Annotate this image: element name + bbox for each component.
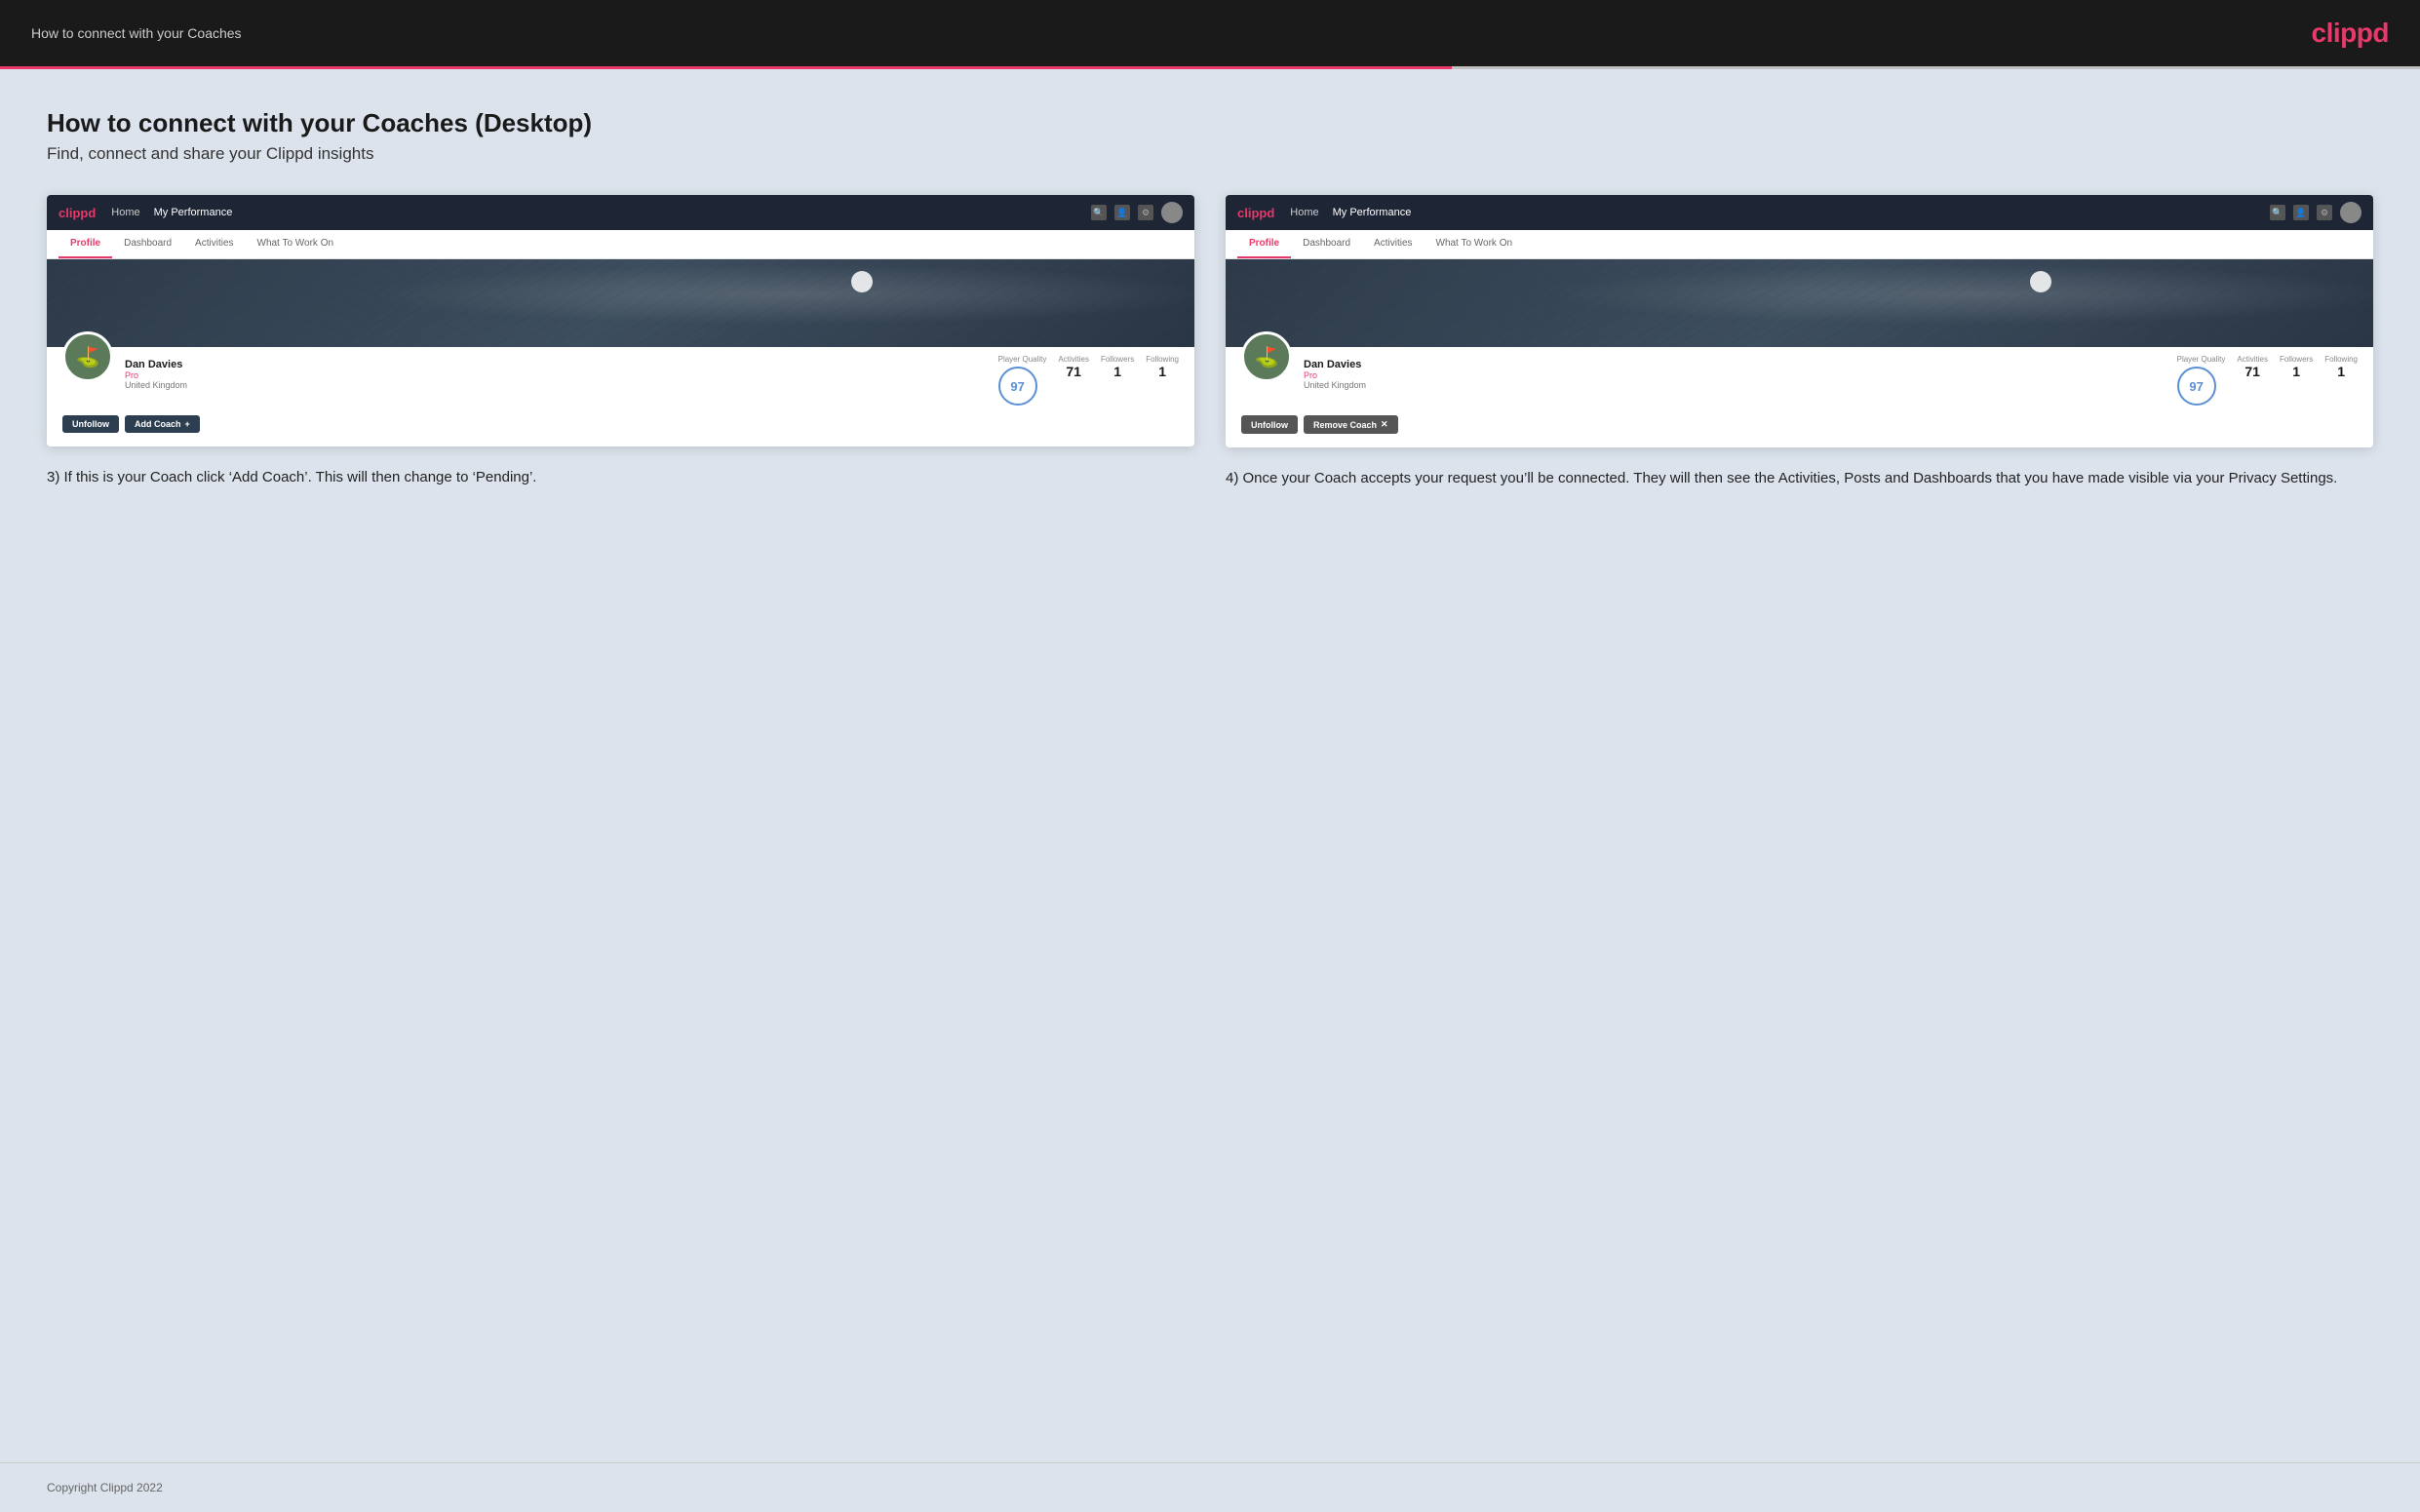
- search-icon-1: 🔍: [1091, 205, 1107, 220]
- footer: Copyright Clippd 2022: [0, 1462, 2420, 1512]
- mock-location-1: United Kingdom: [125, 380, 987, 390]
- unfollow-button-1[interactable]: Unfollow: [62, 415, 119, 433]
- tab-what-to-work-on-1[interactable]: What To Work On: [246, 230, 346, 258]
- mock-profile-row-2: Dan Davies Pro United Kingdom Player Qua…: [1241, 355, 2358, 406]
- mock-role-1: Pro: [125, 370, 987, 380]
- mock-nav-home-1: Home: [111, 207, 139, 218]
- mock-stat-activities-2: Activities 71: [2237, 355, 2268, 381]
- mock-stat-followers-2: Followers 1: [2280, 355, 2313, 381]
- step4-description: 4) Once your Coach accepts your request …: [1226, 467, 2373, 489]
- screenshots-row: clippd Home My Performance 🔍 👤 ⚙ Profile: [47, 195, 2373, 489]
- mock-quality-label-2: Player Quality: [2177, 355, 2226, 364]
- tab-profile-2[interactable]: Profile: [1237, 230, 1291, 258]
- mock-profile-section-2: Dan Davies Pro United Kingdom Player Qua…: [1226, 347, 2373, 447]
- mock-nav-links-2: Home My Performance: [1290, 207, 2254, 218]
- settings-icon-2: ⚙: [2317, 205, 2332, 220]
- mock-nav-performance-1: My Performance: [154, 207, 233, 218]
- mock-nav-home-2: Home: [1290, 207, 1318, 218]
- mock-name-1: Dan Davies: [125, 359, 987, 370]
- mock-avatar-wrap-1: [62, 331, 113, 382]
- step3-description: 3) If this is your Coach click ‘Add Coac…: [47, 466, 1194, 488]
- mock-nav-icons-2: 🔍 👤 ⚙: [2270, 202, 2361, 223]
- screenshot-block-1: clippd Home My Performance 🔍 👤 ⚙ Profile: [47, 195, 1194, 489]
- top-bar: How to connect with your Coaches clippd: [0, 0, 2420, 66]
- mock-hero-bg-1: [47, 259, 1194, 347]
- page-title: How to connect with your Coaches: [31, 25, 242, 41]
- avatar-icon-2: [2340, 202, 2361, 223]
- mock-stat-activities-1: Activities 71: [1058, 355, 1089, 381]
- unfollow-button-2[interactable]: Unfollow: [1241, 415, 1298, 434]
- mock-hero-1: [47, 259, 1194, 347]
- tab-activities-1[interactable]: Activities: [183, 230, 245, 258]
- mock-buttons-2: Unfollow Remove Coach ✕: [1241, 415, 2358, 434]
- mock-tabs-2: Profile Dashboard Activities What To Wor…: [1226, 230, 2373, 259]
- mock-name-2: Dan Davies: [1304, 359, 2166, 370]
- page-subheading: Find, connect and share your Clippd insi…: [47, 144, 2373, 164]
- mock-hero-bg-2: [1226, 259, 2373, 347]
- mock-browser-2: clippd Home My Performance 🔍 👤 ⚙ Profile: [1226, 195, 2373, 447]
- tab-dashboard-1[interactable]: Dashboard: [112, 230, 183, 258]
- mock-quality-circle-2: 97: [2177, 367, 2216, 406]
- mock-nav-links-1: Home My Performance: [111, 207, 1075, 218]
- page-heading: How to connect with your Coaches (Deskto…: [47, 108, 2373, 138]
- mock-quality-wrap-1: Player Quality 97: [998, 355, 1047, 406]
- user-icon-1: 👤: [1114, 205, 1130, 220]
- mock-navbar-1: clippd Home My Performance 🔍 👤 ⚙: [47, 195, 1194, 230]
- mock-profile-info-2: Dan Davies Pro United Kingdom: [1304, 355, 2166, 390]
- mock-profile-info-1: Dan Davies Pro United Kingdom: [125, 355, 987, 390]
- mock-buttons-1: Unfollow Add Coach +: [62, 415, 1179, 433]
- mock-browser-1: clippd Home My Performance 🔍 👤 ⚙ Profile: [47, 195, 1194, 446]
- mock-profile-section-1: Dan Davies Pro United Kingdom Player Qua…: [47, 347, 1194, 446]
- mock-navbar-2: clippd Home My Performance 🔍 👤 ⚙: [1226, 195, 2373, 230]
- avatar-icon-1: [1161, 202, 1183, 223]
- mock-quality-circle-1: 97: [998, 367, 1037, 406]
- screenshot-block-2: clippd Home My Performance 🔍 👤 ⚙ Profile: [1226, 195, 2373, 489]
- mock-quality-label-1: Player Quality: [998, 355, 1047, 364]
- copyright-text: Copyright Clippd 2022: [47, 1481, 163, 1494]
- user-icon-2: 👤: [2293, 205, 2309, 220]
- remove-coach-button[interactable]: Remove Coach ✕: [1304, 415, 1398, 434]
- mock-stat-following-2: Following 1: [2324, 355, 2358, 381]
- mock-stat-following-1: Following 1: [1146, 355, 1179, 381]
- mock-avatar-2: [1241, 331, 1292, 382]
- mock-nav-icons-1: 🔍 👤 ⚙: [1091, 202, 1183, 223]
- tab-profile-1[interactable]: Profile: [59, 230, 112, 258]
- mock-tabs-1: Profile Dashboard Activities What To Wor…: [47, 230, 1194, 259]
- settings-icon-1: ⚙: [1138, 205, 1153, 220]
- mock-avatar-wrap-2: [1241, 331, 1292, 382]
- mock-profile-row-1: Dan Davies Pro United Kingdom Player Qua…: [62, 355, 1179, 406]
- mock-quality-wrap-2: Player Quality 97: [2177, 355, 2226, 406]
- search-icon-2: 🔍: [2270, 205, 2285, 220]
- mock-logo-2: clippd: [1237, 206, 1274, 220]
- mock-logo-1: clippd: [59, 206, 96, 220]
- tab-activities-2[interactable]: Activities: [1362, 230, 1424, 258]
- tab-what-to-work-on-2[interactable]: What To Work On: [1425, 230, 1525, 258]
- mock-nav-performance-2: My Performance: [1333, 207, 1412, 218]
- main-content: How to connect with your Coaches (Deskto…: [0, 69, 2420, 1462]
- clippd-logo: clippd: [2312, 18, 2389, 49]
- mock-avatar-1: [62, 331, 113, 382]
- mock-location-2: United Kingdom: [1304, 380, 2166, 390]
- add-coach-button-1[interactable]: Add Coach +: [125, 415, 200, 433]
- mock-role-2: Pro: [1304, 370, 2166, 380]
- tab-dashboard-2[interactable]: Dashboard: [1291, 230, 1362, 258]
- mock-stat-followers-1: Followers 1: [1101, 355, 1134, 381]
- mock-hero-2: [1226, 259, 2373, 347]
